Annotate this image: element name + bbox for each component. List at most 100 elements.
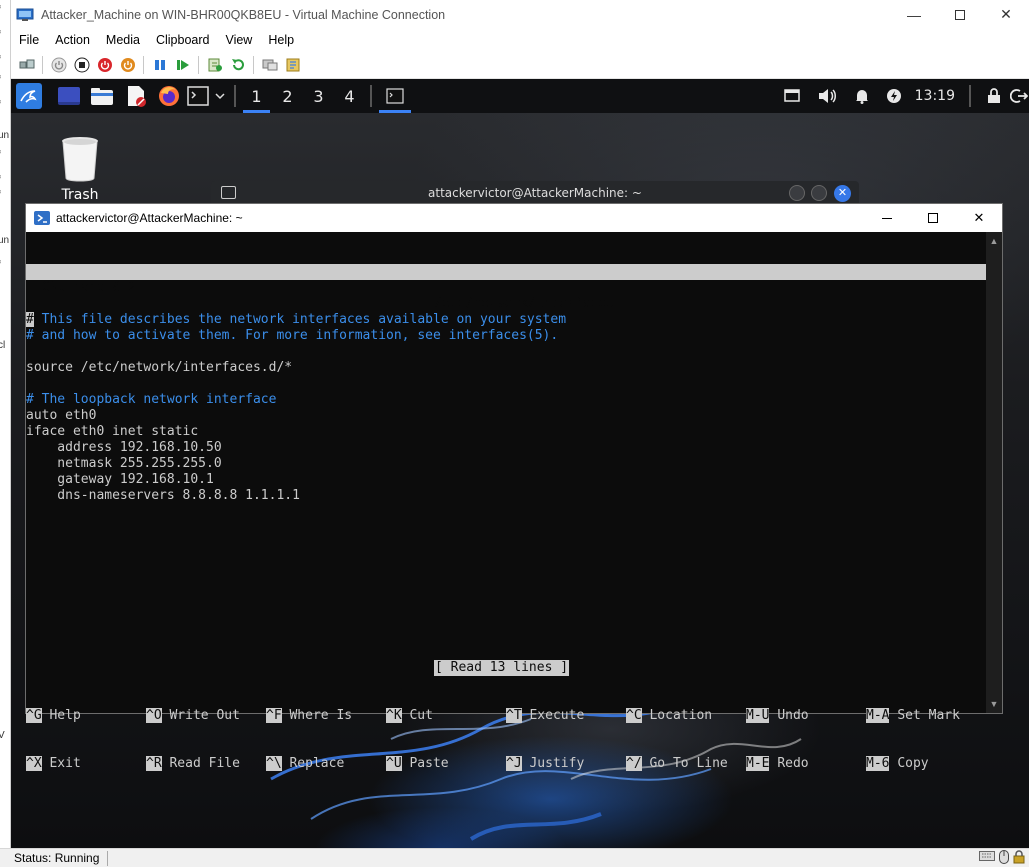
bg-minimize-button[interactable] xyxy=(789,185,805,201)
toolbar-separator xyxy=(143,55,144,74)
enhanced-session-button[interactable] xyxy=(261,56,279,74)
host-text-fragment: f xyxy=(0,100,1,111)
host-text-fragment: f xyxy=(0,175,1,186)
shortcut-item[interactable]: ^T Execute xyxy=(506,708,584,724)
shutdown-button[interactable] xyxy=(96,56,114,74)
shortcut-label: Set Mark xyxy=(897,708,960,723)
trash-desktop-icon[interactable]: Trash xyxy=(53,134,107,203)
kali-dragon-icon xyxy=(16,83,42,109)
bg-close-button[interactable]: ✕ xyxy=(834,185,851,202)
save-state-button[interactable] xyxy=(119,56,137,74)
volume-button[interactable] xyxy=(809,79,845,113)
workspace-4[interactable]: 4 xyxy=(334,79,365,113)
panel-separator xyxy=(234,85,236,107)
checkpoint-icon xyxy=(208,58,222,71)
close-button[interactable]: ✕ xyxy=(983,0,1029,29)
shortcut-item[interactable]: ^O Write Out xyxy=(146,708,240,724)
display-settings-button[interactable] xyxy=(775,79,809,113)
minimize-icon xyxy=(882,217,892,219)
vm-titlebar[interactable]: Attacker_Machine on WIN-BHR00QKB8EU - Vi… xyxy=(11,0,1029,29)
host-text-fragment: f xyxy=(0,75,1,86)
menu-file[interactable]: File xyxy=(11,33,47,47)
terminal-titlebar[interactable]: attackervictor@AttackerMachine: ~ ✕ xyxy=(26,204,1002,232)
checkpoint-button[interactable] xyxy=(206,56,224,74)
menu-action[interactable]: Action xyxy=(47,33,98,47)
save-state-icon xyxy=(120,57,135,72)
workspace-2[interactable]: 2 xyxy=(272,79,303,113)
guest-display[interactable]: 1 2 3 4 13:19 Trash attackervictor@Attac… xyxy=(11,79,1029,848)
power-start-icon xyxy=(51,57,66,72)
notifications-button[interactable] xyxy=(845,79,879,113)
lock-screen-button[interactable] xyxy=(979,79,1009,113)
start-button[interactable] xyxy=(50,56,68,74)
vm-toolbar xyxy=(11,51,1029,79)
resume-button[interactable] xyxy=(174,56,192,74)
shortcut-item[interactable]: ^U Paste xyxy=(386,756,449,772)
background-terminal-titlebar[interactable]: attackervictor@AttackerMachine: ~ ✕ xyxy=(211,181,859,205)
workspace-1[interactable]: 1 xyxy=(241,79,272,113)
shortcut-item[interactable]: ^C Location xyxy=(626,708,712,724)
shortcut-item[interactable]: ^/ Go To Line xyxy=(626,756,728,772)
menu-view[interactable]: View xyxy=(217,33,260,47)
shortcut-item[interactable]: M-A Set Mark xyxy=(866,708,960,724)
shortcut-key: ^O xyxy=(146,708,162,723)
shortcut-item[interactable]: ^\ Replace xyxy=(266,756,344,772)
terminal-maximize-button[interactable] xyxy=(910,204,956,232)
nano-editor[interactable]: GNU nano 8.2 /etc/network/interfaces # T… xyxy=(26,232,1002,771)
shortcut-key: ^C xyxy=(626,708,642,723)
minimize-button[interactable]: — xyxy=(891,0,937,29)
text-editor-button[interactable] xyxy=(119,79,153,113)
ctrl-alt-del-button[interactable] xyxy=(18,56,36,74)
launcher-dropdown-button[interactable] xyxy=(211,79,229,113)
shortcut-label: Copy xyxy=(897,756,929,771)
shortcut-key: ^R xyxy=(146,756,162,771)
terminal-title: attackervictor@AttackerMachine: ~ xyxy=(56,211,243,225)
background-terminal-title: attackervictor@AttackerMachine: ~ xyxy=(428,186,642,200)
show-desktop-button[interactable] xyxy=(53,79,85,113)
logout-icon xyxy=(1010,89,1028,103)
terminal-close-button[interactable]: ✕ xyxy=(956,204,1002,232)
turn-off-button[interactable] xyxy=(73,56,91,74)
nano-file-path: /etc/network/interfaces xyxy=(434,296,615,311)
shortcut-item[interactable]: ^G Help xyxy=(26,708,81,724)
shortcut-item[interactable]: ^J Justify xyxy=(506,756,584,772)
file-content[interactable]: # This file describes the network interf… xyxy=(26,312,1002,504)
lock-icon xyxy=(1013,850,1025,864)
file-manager-button[interactable] xyxy=(85,79,119,113)
maximize-button[interactable] xyxy=(937,0,983,29)
panel-spacer xyxy=(45,79,53,113)
terminal-scrollbar[interactable]: ▲ ▼ xyxy=(986,232,1002,713)
shortcut-item[interactable]: ^R Read File xyxy=(146,756,240,772)
menu-clipboard[interactable]: Clipboard xyxy=(148,33,218,47)
terminal-launcher-button[interactable] xyxy=(185,79,211,113)
shortcut-item[interactable]: ^X Exit xyxy=(26,756,81,772)
shortcut-item[interactable]: ^F Where Is xyxy=(266,708,352,724)
enhanced-session-icon xyxy=(262,59,277,70)
panel-clock[interactable]: 13:19 xyxy=(915,88,955,104)
scroll-down-arrow[interactable]: ▼ xyxy=(989,699,999,709)
pause-button[interactable] xyxy=(151,56,169,74)
app-menu-button[interactable] xyxy=(13,79,45,113)
toolbar-separator xyxy=(253,55,254,74)
shutdown-icon xyxy=(97,57,112,72)
scroll-up-arrow[interactable]: ▲ xyxy=(989,236,999,246)
terminal-window[interactable]: attackervictor@AttackerMachine: ~ ✕ GNU … xyxy=(25,203,1003,771)
firefox-button[interactable] xyxy=(153,79,185,113)
shortcut-item[interactable]: M-6 Copy xyxy=(866,756,929,772)
share-button[interactable] xyxy=(284,56,302,74)
taskbar-terminal-window[interactable] xyxy=(377,79,413,113)
menu-help[interactable]: Help xyxy=(260,33,302,47)
panel-separator xyxy=(370,85,372,107)
shortcut-item[interactable]: ^K Cut xyxy=(386,708,433,724)
terminal-minimize-button[interactable] xyxy=(864,204,910,232)
shortcut-item[interactable]: M-E Redo xyxy=(746,756,809,772)
power-manager-button[interactable] xyxy=(879,79,909,113)
bg-maximize-button[interactable] xyxy=(811,185,827,201)
shortcut-item[interactable]: M-U Undo xyxy=(746,708,809,724)
menu-media[interactable]: Media xyxy=(98,33,148,47)
logout-button[interactable] xyxy=(1009,79,1029,113)
workspace-3[interactable]: 3 xyxy=(303,79,334,113)
screen: fffffunfffunfclV Attacker_Machine on WIN… xyxy=(0,0,1029,867)
revert-button[interactable] xyxy=(229,56,247,74)
terminal-icon xyxy=(386,88,404,104)
